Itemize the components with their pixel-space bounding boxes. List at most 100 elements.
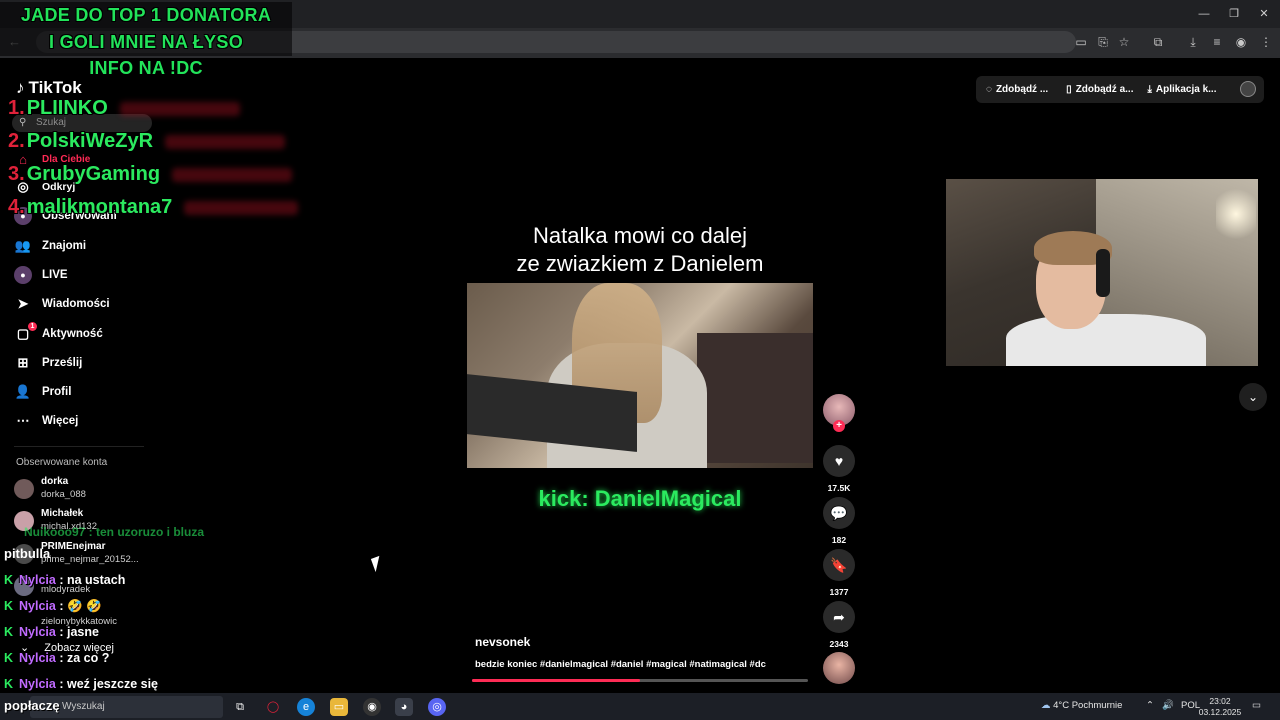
tray-chevron-icon[interactable]: ⌃ (1146, 700, 1154, 711)
chat-user: Nylcia (19, 625, 56, 639)
followed-account[interactable]: dorka dorka_088 (14, 475, 174, 503)
chat-message: K Nylcia : 🤣 🤣 (4, 599, 102, 614)
nav-item-more[interactable]: ⋯ Więcej (14, 411, 194, 431)
discord-icon[interactable]: ◎ (428, 698, 446, 716)
send-icon: ➤ (17, 296, 29, 311)
nav-item-activity[interactable]: ▢ 1 Aktywność (14, 322, 194, 344)
kick-watermark: kick: DanielMagical (538, 486, 742, 511)
share-icon[interactable]: ➦ (823, 601, 855, 633)
nav-item-messages[interactable]: ➤ Wiadomości (14, 294, 194, 314)
edge-icon[interactable]: e (297, 698, 315, 716)
video-author[interactable]: nevsonek (475, 635, 530, 649)
chat-message: K Nylcia : weź jeszcze się (4, 677, 158, 691)
donor-amount-blur (172, 167, 293, 182)
nav-item-upload[interactable]: ⊞ Prześlij (14, 353, 194, 373)
like-action[interactable]: ♥ 17.5K (823, 445, 855, 493)
heart-icon[interactable]: ♥ (823, 445, 855, 477)
mouse-cursor-icon (370, 555, 385, 573)
friends-icon: 👥 (14, 238, 32, 253)
volume-icon[interactable]: 🔊 (1162, 700, 1174, 711)
chat-faded-line: Nuikooo97 : ten uzoruzo i bluza (24, 525, 204, 539)
weather-text: 4°C Pochmurnie (1053, 700, 1123, 711)
profile-avatar[interactable] (1240, 81, 1256, 97)
weather-widget[interactable]: ☁ 4°C Pochmurnie (1041, 700, 1122, 711)
extensions-icon[interactable]: ⧉ (1150, 34, 1166, 50)
media-icon[interactable]: ≡ (1209, 34, 1225, 50)
donor-row: 4. malikmontana7 (8, 191, 298, 224)
notification-icon[interactable]: ▭ (1252, 700, 1261, 711)
save-action[interactable]: 🔖 1377 (823, 549, 855, 597)
download-arrow-icon: ⤓ (1147, 84, 1152, 95)
video-description: bedzie koniec #danielmagical #daniel #ma… (475, 659, 766, 670)
share-count: 2343 (829, 639, 849, 649)
phone-icon: ▯ (1066, 84, 1072, 95)
follow-plus-icon[interactable]: + (833, 420, 845, 432)
music-disc-avatar[interactable] (823, 652, 855, 684)
donor-name: GrubyGaming (26, 163, 161, 185)
activity-icon: ▢ 1 (14, 322, 37, 343)
chrome-icon[interactable]: ◕ (395, 698, 413, 716)
close-icon[interactable]: ✕ (1256, 6, 1272, 22)
button-label: Zdobądź ... (995, 84, 1049, 95)
download-icon[interactable]: ⤓ (1185, 34, 1201, 50)
account-name: dorka (41, 476, 69, 487)
nav-item-live[interactable]: ● LIVE (14, 265, 194, 285)
menu-dots-icon[interactable]: ⋮ (1258, 34, 1274, 50)
video-caption: Natalka mowi co dalej ze zwiazkiem z Dan… (467, 222, 813, 278)
taskbar-clock[interactable]: 23:02 03.12.2025 (1196, 696, 1244, 718)
comment-action[interactable]: 💬 182 (823, 497, 855, 545)
nav-item-friends[interactable]: 👥 Znajomi (14, 236, 194, 256)
donor-amount-blur (119, 101, 240, 116)
activity-badge: 1 (28, 322, 37, 331)
caption-line: Natalka mowi co dalej (533, 223, 747, 248)
get-app-button[interactable]: ▯ Zdobądź a... (1066, 84, 1133, 95)
save-count: 1377 (829, 587, 849, 597)
bookmark-icon[interactable]: 🔖 (823, 549, 855, 581)
obs-icon[interactable]: ◉ (363, 698, 381, 716)
next-video-chevron-icon[interactable]: ⌄ (1239, 383, 1267, 411)
chat-message: K Nylcia : na ustach (4, 573, 125, 587)
share-action[interactable]: ➦ 2343 (823, 601, 855, 649)
upload-plus-icon: ⊞ (17, 355, 29, 370)
video-background (697, 333, 813, 463)
cast-icon[interactable]: ▭ (1073, 34, 1089, 50)
nav-label: Aktywność (42, 328, 103, 340)
nav-item-profile[interactable]: 👤 Profil (14, 382, 194, 402)
minimize-icon[interactable]: — (1196, 6, 1212, 22)
donor-row: 2. PolskiWeZyR (8, 125, 298, 158)
chat-user: Nylcia (19, 599, 56, 613)
chat-user: Nylcia (19, 677, 56, 691)
chat-user: Nylcia (19, 651, 56, 665)
opera-icon[interactable]: ◯ (264, 698, 282, 716)
account-name: PRIMEnejmar (41, 541, 106, 552)
get-coins-button[interactable]: ◌ Zdobądź ... (986, 84, 1048, 95)
file-explorer-icon[interactable]: ▭ (330, 698, 348, 716)
top-donors-list: 1. PLIINKO 2. PolskiWeZyR 3. GrubyGaming… (8, 92, 298, 224)
translate-icon[interactable]: ⎘ (1095, 34, 1111, 50)
nav-label: Więcej (42, 415, 79, 427)
kick-badge-icon: K (4, 599, 14, 613)
like-count: 17.5K (827, 483, 851, 493)
kick-badge-icon: K (4, 625, 14, 639)
account-name: Michałek (41, 508, 84, 519)
caption-line: ze zwiazkiem z Danielem (516, 251, 764, 276)
video-player[interactable] (467, 283, 813, 468)
video-progress-bar[interactable] (472, 679, 808, 682)
desktop-app-button[interactable]: ⤓ Aplikacja k... (1147, 84, 1216, 95)
nav-label: Prześlij (42, 357, 83, 369)
chat-message: K Nylcia : za co ? (4, 651, 109, 665)
bookmark-star-icon[interactable]: ☆ (1116, 34, 1132, 50)
profile-icon[interactable]: ◉ (1233, 34, 1249, 50)
comment-icon[interactable]: 💬 (823, 497, 855, 529)
donor-rank: 2. (8, 130, 25, 152)
headset-icon (1096, 249, 1110, 297)
task-view-icon[interactable]: ⧉ (231, 698, 249, 716)
top-actions-bar: ◌ Zdobądź ... ▯ Zdobądź a... ⤓ Aplikacja k.… (976, 76, 1264, 103)
chat-message: K Nylcia : jasne (4, 625, 99, 639)
chat-fragment: pitbulla (4, 546, 51, 561)
restore-icon[interactable]: ❐ (1226, 6, 1242, 22)
nav-label: Znajomi (42, 240, 87, 252)
donor-name: PLIINKO (26, 97, 108, 119)
nav-label: Profil (42, 386, 72, 398)
more-dots-icon: ⋯ (16, 413, 30, 428)
